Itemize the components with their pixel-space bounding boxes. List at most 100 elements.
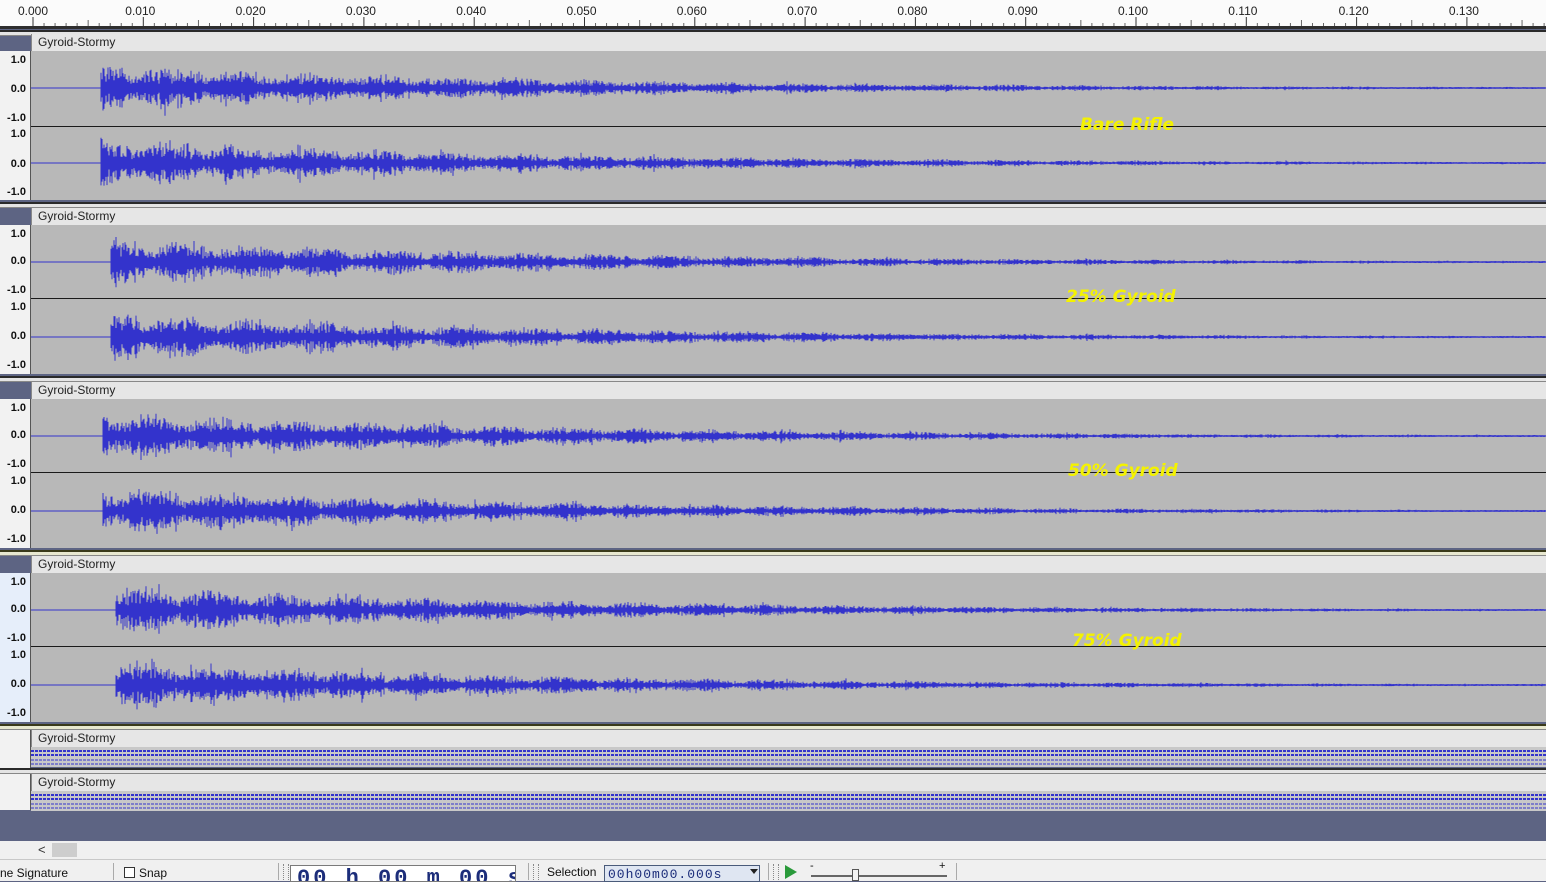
toolbar-separator <box>768 863 769 880</box>
track-name[interactable]: Gyroid-Stormy <box>31 556 1546 573</box>
toolbar-grip[interactable] <box>773 864 779 880</box>
channel-waveform <box>100 137 1546 186</box>
ruler-tick-label: 0.040 <box>456 4 487 18</box>
waveform-area[interactable] <box>31 399 1546 548</box>
track-name[interactable]: Gyroid-Stormy <box>31 382 1546 399</box>
ruler-ticks <box>32 17 1545 27</box>
ruler-tick-label: 0.120 <box>1338 4 1369 18</box>
scale-label: 1.0 <box>10 301 26 313</box>
scale-label: -1.0 <box>7 112 26 124</box>
scale-label: 0.0 <box>10 504 26 516</box>
selection-start-value: 00h00m00.000s <box>608 867 723 882</box>
timeline-ruler[interactable]: 0.000 0.010 0.020 0.030 0.040 0.050 0.060 0.070… <box>0 0 1546 27</box>
scale-label: 1.0 <box>10 128 26 140</box>
ruler-tick-label: 0.060 <box>676 4 707 18</box>
collapsed-waveform-area[interactable] <box>31 747 1546 767</box>
time-display[interactable]: 00 h 00 m 00 s <box>290 865 516 882</box>
scale-label: 0.0 <box>10 83 26 95</box>
waveform-area[interactable] <box>31 225 1546 374</box>
scale-label: 0.0 <box>10 158 26 170</box>
track-name[interactable]: Gyroid-Stormy <box>31 730 1546 747</box>
amplitude-scale: 1.0 0.0 -1.0 1.0 0.0 -1.0 <box>0 573 31 722</box>
scroll-thumb[interactable] <box>52 843 77 857</box>
track-name[interactable]: Gyroid-Stormy <box>31 34 1546 51</box>
horizontal-scrollbar[interactable]: < <box>0 841 1546 859</box>
amplitude-scale <box>0 774 31 810</box>
scale-label: 0.0 <box>10 330 26 342</box>
amplitude-scale <box>0 730 31 770</box>
scale-label: -1.0 <box>7 458 26 470</box>
track-annotation-label: 75% Gyroid <box>1072 631 1182 651</box>
ruler-tick-label: 0.100 <box>1118 4 1149 18</box>
time-display-value: 00 h 00 m 00 s <box>297 866 516 882</box>
play-at-speed-icon[interactable] <box>785 865 797 879</box>
channel-waveform <box>110 237 1546 288</box>
ruler-tick-label: 0.130 <box>1448 4 1479 18</box>
scale-label: -1.0 <box>7 284 26 296</box>
scale-label: -1.0 <box>7 632 26 644</box>
toolbar-separator <box>528 863 529 880</box>
selection-label: Selection <box>547 865 597 879</box>
waveform <box>31 237 1546 361</box>
ruler-tick-label: 0.080 <box>897 4 928 18</box>
track-name[interactable]: Gyroid-Stormy <box>31 774 1546 791</box>
ruler-tick-label: 0.010 <box>125 4 156 18</box>
channel-divider <box>31 472 1546 473</box>
channel-waveform <box>100 67 1546 116</box>
waveform <box>31 413 1546 534</box>
scale-label: 1.0 <box>10 649 26 661</box>
slider-thumb[interactable] <box>852 869 859 881</box>
scale-label: 0.0 <box>10 429 26 441</box>
scroll-left-arrow[interactable]: < <box>38 842 46 857</box>
scale-label: 1.0 <box>10 228 26 240</box>
amplitude-scale: 1.0 0.0 -1.0 1.0 0.0 -1.0 <box>0 225 31 374</box>
toolbar-separator <box>113 863 114 880</box>
scale-label: 0.0 <box>10 678 26 690</box>
scale-label: 0.0 <box>10 603 26 615</box>
scale-label: 0.0 <box>10 255 26 267</box>
collapsed-waveform-area[interactable] <box>31 791 1546 811</box>
ruler-divider <box>0 26 1546 29</box>
toolbar-grip[interactable] <box>533 864 539 880</box>
ruler-tick-label: 0.110 <box>1228 4 1258 18</box>
channel-divider <box>31 126 1546 127</box>
scale-label: -1.0 <box>7 707 26 719</box>
channel-waveform <box>115 584 1546 634</box>
collapsed-waveform <box>31 750 1546 765</box>
amplitude-scale: 1.0 0.0 -1.0 1.0 0.0 -1.0 <box>0 51 31 200</box>
scale-label: -1.0 <box>7 186 26 198</box>
chevron-down-icon[interactable] <box>750 869 758 874</box>
track-name[interactable]: Gyroid-Stormy <box>31 208 1546 225</box>
snap-checkbox[interactable] <box>124 867 135 878</box>
toolbar-separator <box>278 863 279 880</box>
channel-waveform <box>110 314 1546 361</box>
scale-label: 1.0 <box>10 475 26 487</box>
scale-label: -1.0 <box>7 533 26 545</box>
ruler-tick-label: 0.020 <box>235 4 266 18</box>
ruler-tick-label: 0.050 <box>566 4 597 18</box>
channel-waveform <box>102 489 1546 534</box>
collapsed-waveform <box>31 794 1546 809</box>
channel-waveform <box>115 658 1546 710</box>
track-annotation-label: 25% Gyroid <box>1066 287 1176 307</box>
channel-divider <box>31 646 1546 647</box>
track-annotation-label: 50% Gyroid <box>1068 461 1178 481</box>
scale-label: 1.0 <box>10 576 26 588</box>
ruler-tick-label: 0.070 <box>787 4 818 18</box>
scale-label: 1.0 <box>10 402 26 414</box>
selection-start-field[interactable]: 00h00m00.000s <box>604 865 760 882</box>
channel-divider <box>31 298 1546 299</box>
slider-min-label: - <box>810 860 814 872</box>
waveform-area[interactable] <box>31 573 1546 722</box>
channel-waveform <box>102 413 1546 460</box>
slider-max-label: + <box>939 860 946 872</box>
scale-label: 1.0 <box>10 54 26 66</box>
toolbar-grip[interactable] <box>283 864 289 880</box>
playback-speed-slider[interactable] <box>811 875 947 877</box>
scale-label: -1.0 <box>7 359 26 371</box>
ruler-tick-label: 0.090 <box>1007 4 1038 18</box>
track-annotation-label: Bare Rifle <box>1080 115 1175 135</box>
selection-toolbar: ne Signature Snap 00 h 00 m 00 s Selecti… <box>0 859 1546 882</box>
ruler-tick-label: 0.030 <box>345 4 376 18</box>
amplitude-scale: 1.0 0.0 -1.0 1.0 0.0 -1.0 <box>0 399 31 548</box>
